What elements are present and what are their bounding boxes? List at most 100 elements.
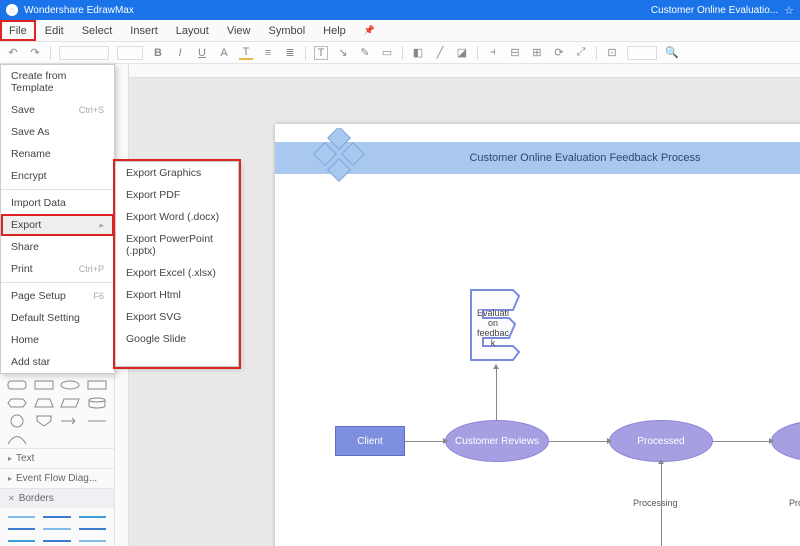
file-menu-share[interactable]: Share bbox=[1, 236, 114, 258]
zoom-dropdown[interactable] bbox=[627, 46, 657, 60]
file-menu-save[interactable]: SaveCtrl+S bbox=[1, 99, 114, 121]
border-style[interactable] bbox=[8, 536, 35, 542]
export-export-html[interactable]: Export Html bbox=[116, 284, 238, 306]
file-menu-export[interactable]: Export▸ bbox=[1, 214, 114, 236]
italic-icon[interactable]: I bbox=[173, 46, 187, 60]
node-processed[interactable]: Processed bbox=[609, 420, 713, 462]
menu-insert[interactable]: Insert bbox=[121, 20, 167, 41]
shape-trap[interactable] bbox=[33, 396, 56, 410]
export-export-svg[interactable]: Export SVG bbox=[116, 306, 238, 328]
title-bar: ◌ Wondershare EdrawMax Customer Online E… bbox=[0, 0, 800, 20]
font-color-icon[interactable]: A bbox=[217, 46, 231, 60]
export-export-graphics[interactable]: Export Graphics bbox=[116, 162, 238, 184]
shape-hex[interactable] bbox=[6, 396, 29, 410]
banner-diamond-icon bbox=[311, 128, 369, 186]
canvas-page[interactable]: Customer Online Evaluation Feedback Proc… bbox=[275, 124, 800, 546]
node-client[interactable]: Client bbox=[335, 426, 405, 456]
file-menu-import-data[interactable]: Import Data bbox=[1, 192, 114, 214]
pin-icon[interactable]: 📌 bbox=[355, 20, 384, 41]
border-style[interactable] bbox=[8, 512, 35, 518]
shape-palette bbox=[0, 372, 114, 448]
pen-icon[interactable]: ✎ bbox=[358, 46, 372, 60]
export-export-word-docx-[interactable]: Export Word (.docx) bbox=[116, 206, 238, 228]
font-dropdown[interactable] bbox=[59, 46, 109, 60]
highlight-icon[interactable]: T bbox=[239, 46, 253, 60]
align-icon[interactable]: ≡ bbox=[261, 46, 275, 60]
node-r[interactable]: R bbox=[771, 420, 800, 462]
export-export-powerpoint-pptx-[interactable]: Export PowerPoint (.pptx) bbox=[116, 228, 238, 262]
fill-icon[interactable]: ◧ bbox=[411, 46, 425, 60]
export-google-slide[interactable]: Google Slide bbox=[116, 328, 238, 350]
border-style[interactable] bbox=[43, 524, 70, 530]
node-reviews[interactable]: Customer Reviews bbox=[445, 420, 549, 462]
group-icon[interactable]: ⊞ bbox=[530, 46, 544, 60]
ruler-horizontal bbox=[115, 64, 800, 78]
size-icon[interactable]: ⤢ bbox=[574, 46, 588, 60]
file-menu-create-from-template[interactable]: Create from Template bbox=[1, 65, 114, 99]
shape-tool-icon[interactable]: ▭ bbox=[380, 46, 394, 60]
bold-icon[interactable]: B bbox=[151, 46, 165, 60]
center-icon[interactable]: ⊡ bbox=[605, 46, 619, 60]
rotate-icon[interactable]: ⟳ bbox=[552, 46, 566, 60]
file-menu-save-as[interactable]: Save As bbox=[1, 121, 114, 143]
file-menu-rename[interactable]: Rename bbox=[1, 143, 114, 165]
shape-arrow2[interactable] bbox=[86, 414, 109, 428]
label-processing: Processing bbox=[633, 498, 678, 508]
shape-arrow1[interactable] bbox=[59, 414, 82, 428]
panel-text[interactable]: ▸Text bbox=[0, 448, 114, 468]
file-menu-default-setting[interactable]: Default Setting bbox=[1, 307, 114, 329]
align-objects-icon[interactable]: ⫞ bbox=[486, 46, 500, 60]
distribute-icon[interactable]: ⊟ bbox=[508, 46, 522, 60]
panel-borders[interactable]: ✕Borders bbox=[0, 488, 114, 508]
list-icon[interactable]: ≣ bbox=[283, 46, 297, 60]
doc-title[interactable]: Customer Online Evaluatio... bbox=[651, 5, 778, 16]
shape-curve[interactable] bbox=[6, 432, 29, 446]
panel-eventflow[interactable]: ▸Event Flow Diag... bbox=[0, 468, 114, 488]
connector-icon[interactable]: ↘ bbox=[336, 46, 350, 60]
shape-rect2[interactable] bbox=[86, 378, 109, 392]
shadow-icon[interactable]: ◪ bbox=[455, 46, 469, 60]
underline-icon[interactable]: U bbox=[195, 46, 209, 60]
file-menu-page-setup[interactable]: Page SetupF6 bbox=[1, 285, 114, 307]
border-style[interactable] bbox=[8, 524, 35, 530]
shape-circle[interactable] bbox=[6, 414, 29, 428]
file-menu-encrypt[interactable]: Encrypt bbox=[1, 165, 114, 187]
export-export-excel-xlsx-[interactable]: Export Excel (.xlsx) bbox=[116, 262, 238, 284]
border-style[interactable] bbox=[43, 536, 70, 542]
shape-rect[interactable] bbox=[33, 378, 56, 392]
star-icon[interactable]: ☆ bbox=[784, 4, 794, 17]
borders-preview bbox=[0, 508, 114, 546]
file-menu-print[interactable]: PrintCtrl+P bbox=[1, 258, 114, 280]
menu-file[interactable]: File bbox=[0, 20, 36, 41]
size-dropdown[interactable] bbox=[117, 46, 143, 60]
line-icon[interactable]: ╱ bbox=[433, 46, 447, 60]
menu-select[interactable]: Select bbox=[73, 20, 122, 41]
menu-bar: FileEditSelectInsertLayoutViewSymbolHelp… bbox=[0, 20, 800, 42]
export-submenu: Export GraphicsExport PDFExport Word (.d… bbox=[115, 161, 239, 367]
file-menu-add-star[interactable]: Add star bbox=[1, 351, 114, 373]
shape-oval[interactable] bbox=[59, 378, 82, 392]
menu-edit[interactable]: Edit bbox=[36, 20, 73, 41]
menu-layout[interactable]: Layout bbox=[167, 20, 218, 41]
menu-symbol[interactable]: Symbol bbox=[259, 20, 314, 41]
search-icon[interactable]: 🔍 bbox=[665, 46, 679, 60]
shape-rect-round[interactable] bbox=[6, 378, 29, 392]
menu-help[interactable]: Help bbox=[314, 20, 355, 41]
file-menu: Create from TemplateSaveCtrl+SSave AsRen… bbox=[0, 64, 115, 374]
app-logo: ◌ bbox=[6, 4, 18, 16]
undo-icon[interactable]: ↶ bbox=[6, 46, 20, 60]
border-style[interactable] bbox=[79, 524, 106, 530]
menu-view[interactable]: View bbox=[218, 20, 260, 41]
border-style[interactable] bbox=[79, 536, 106, 542]
file-menu-home[interactable]: Home bbox=[1, 329, 114, 351]
border-style[interactable] bbox=[43, 512, 70, 518]
shape-shield[interactable] bbox=[33, 414, 56, 428]
shape-para[interactable] bbox=[59, 396, 82, 410]
export-export-pdf[interactable]: Export PDF bbox=[116, 184, 238, 206]
shape-cyl[interactable] bbox=[86, 396, 109, 410]
node-eval-label: Evaluati on feedbac k bbox=[471, 309, 515, 349]
redo-icon[interactable]: ↷ bbox=[28, 46, 42, 60]
banner[interactable]: Customer Online Evaluation Feedback Proc… bbox=[275, 142, 800, 174]
border-style[interactable] bbox=[79, 512, 106, 518]
text-tool-icon[interactable]: T bbox=[314, 46, 328, 60]
